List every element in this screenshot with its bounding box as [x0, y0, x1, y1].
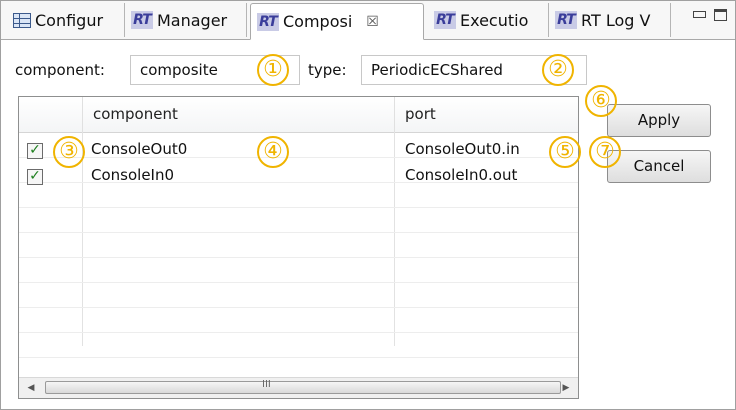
column-header-check[interactable] — [19, 97, 83, 132]
row-divider — [19, 207, 578, 208]
row-divider — [19, 232, 578, 233]
tab-label: Composi — [283, 12, 353, 31]
component-label: component: — [15, 61, 105, 79]
tab-execution[interactable]: RT Executio — [428, 3, 549, 37]
composite-editor: component: composite ① type: PeriodicECS… — [1, 40, 735, 409]
scroll-left-icon[interactable]: ◀ — [21, 378, 41, 398]
column-divider — [82, 132, 83, 346]
apply-button[interactable]: Apply — [607, 104, 711, 137]
column-header-port[interactable]: port — [395, 97, 578, 132]
component-cell: ConsoleOut0 — [91, 140, 188, 158]
row-divider — [19, 357, 578, 358]
port-cell: ConsoleIn0.out — [405, 166, 518, 184]
annotation-6: ⑥ — [585, 85, 617, 117]
table-icon — [13, 12, 31, 28]
annotation-2: ② — [542, 54, 574, 86]
row-checkbox[interactable]: ✓ — [27, 169, 43, 185]
scroll-thumb[interactable]: III — [45, 379, 561, 394]
annotation-1: ① — [257, 54, 289, 86]
tab-label: Manager — [157, 10, 228, 30]
annotation-7: ⑦ — [589, 136, 621, 168]
grip-icon: III — [262, 379, 271, 390]
tab-manager[interactable]: RT Manager — [125, 3, 247, 37]
tab-bar: Configur RT Manager RT Composi ☒ RT Exec… — [1, 1, 735, 40]
row-divider — [19, 307, 578, 308]
annotation-3: ③ — [53, 136, 85, 168]
port-cell: ConsoleOut0.in — [405, 140, 520, 158]
composite-view-panel: Configur RT Manager RT Composi ☒ RT Exec… — [0, 0, 736, 410]
tab-rt-log-view[interactable]: RT RT Log V — [549, 3, 671, 37]
tab-label: RT Log V — [581, 10, 651, 30]
row-divider — [19, 257, 578, 258]
component-cell: ConsoleIn0 — [91, 166, 175, 184]
horizontal-scrollbar[interactable]: ◀ III ▶ — [19, 377, 578, 398]
row-divider — [19, 282, 578, 283]
table-header: component port — [19, 97, 578, 133]
port-table: component port ✓ ConsoleOut0 ConsoleOut0… — [18, 96, 579, 399]
close-tab-icon[interactable]: ☒ — [366, 14, 379, 30]
scroll-right-icon[interactable]: ▶ — [556, 378, 576, 398]
minimize-icon[interactable] — [693, 11, 706, 18]
tab-label: Configur — [35, 10, 104, 30]
tab-configuration[interactable]: Configur — [7, 3, 125, 37]
row-divider — [19, 332, 578, 333]
row-checkbox[interactable]: ✓ — [27, 143, 43, 159]
type-label: type: — [308, 61, 347, 79]
rt-icon: RT — [257, 12, 279, 31]
cancel-button[interactable]: Cancel — [607, 150, 711, 183]
column-header-component[interactable]: component — [83, 97, 395, 132]
tab-composite[interactable]: RT Composi ☒ — [250, 3, 424, 40]
view-controls — [693, 9, 727, 21]
rt-icon: RT — [434, 11, 456, 29]
tab-label: Executio — [460, 10, 529, 30]
rt-icon: RT — [131, 11, 153, 29]
annotation-4: ④ — [257, 136, 289, 168]
rt-icon: RT — [555, 11, 577, 29]
annotation-5: ⑤ — [549, 136, 581, 168]
maximize-icon[interactable] — [714, 9, 727, 21]
column-divider — [394, 132, 395, 346]
